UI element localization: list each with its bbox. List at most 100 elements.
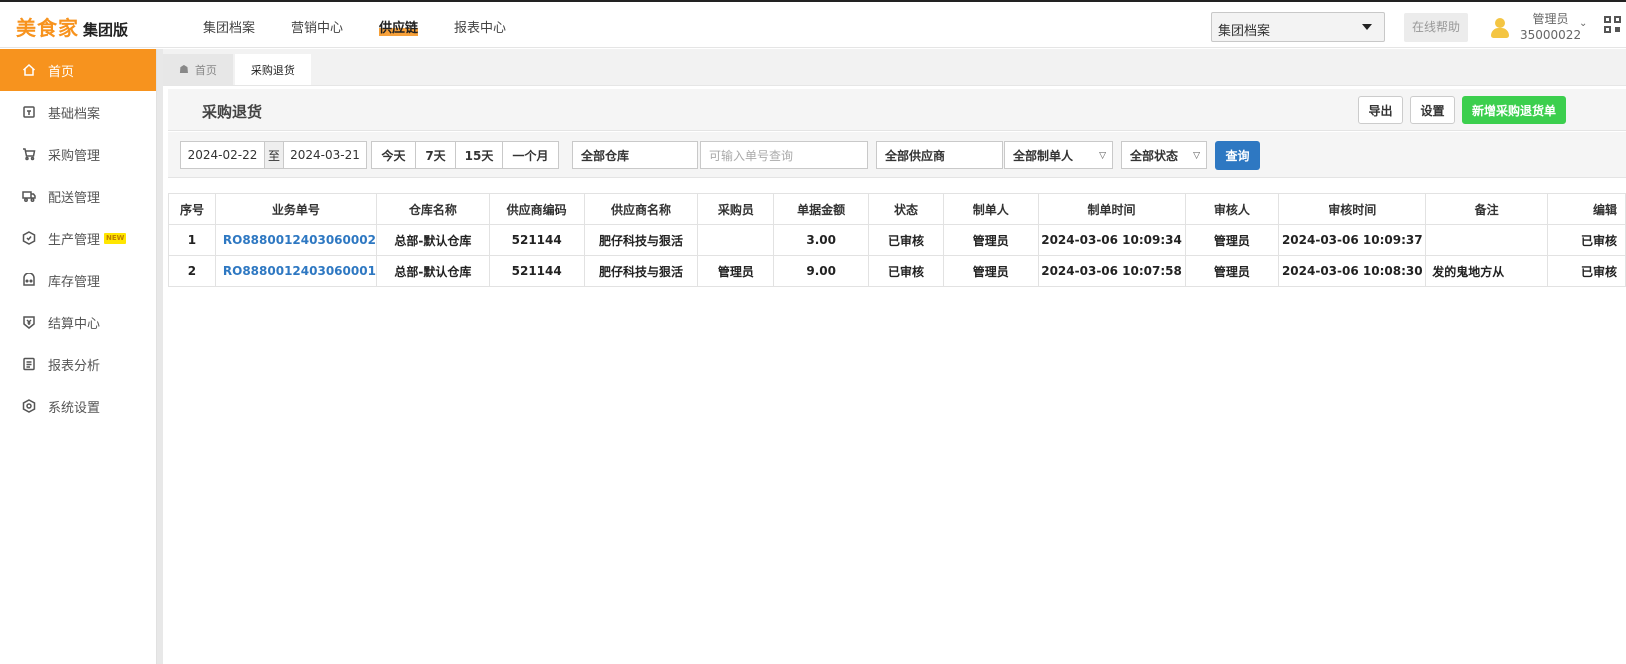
quick-range-group: 今天 7天 15天 一个月 [371, 141, 559, 169]
sidebar-item-label: 报表分析 [48, 358, 101, 374]
order-number-link[interactable]: RO8880012403060001 [214, 255, 377, 287]
sidebar-item-settings[interactable]: 系统设置 [0, 385, 156, 427]
quick-range-7days[interactable]: 7天 [416, 142, 456, 168]
cell-remark [1425, 224, 1549, 256]
cell-creator: 管理员 [942, 224, 1039, 256]
cell-creator: 管理员 [942, 255, 1039, 287]
cell-audit-time: 2024-03-06 10:08:30 [1278, 255, 1427, 287]
column-header: 单据金额 [773, 193, 870, 225]
settlement-icon [22, 315, 36, 329]
order-number-link[interactable]: RO8880012403060002 [214, 224, 377, 256]
sidebar-item-label: 生产管理 [48, 232, 101, 248]
cell-supplier-name: 肥仔科技与狠活 [583, 224, 699, 256]
settings-button[interactable]: 设置 [1410, 96, 1455, 124]
online-help-button[interactable]: 在线帮助 [1404, 13, 1468, 42]
table-row[interactable]: 1 RO8880012403060002 总部-默认仓库 521144 肥仔科技… [168, 224, 1626, 256]
cell-supplier-name: 肥仔科技与狠活 [583, 255, 699, 287]
caret-down-icon [1362, 24, 1372, 30]
sidebar-item-home[interactable]: 首页 [0, 49, 156, 91]
top-nav: 集团档案 营销中心 供应链 报表中心 [203, 17, 542, 36]
top-nav-marketing[interactable]: 营销中心 [291, 17, 343, 36]
column-header: 序号 [168, 193, 216, 225]
tab-purchase-return[interactable]: 采购退货 [234, 54, 311, 85]
table-row[interactable]: 2 RO8880012403060001 总部-默认仓库 521144 肥仔科技… [168, 255, 1626, 287]
sidebar-item-settlement[interactable]: 结算中心 [0, 301, 156, 343]
user-avatar-icon[interactable] [1490, 16, 1510, 38]
column-header: 业务单号 [214, 193, 377, 225]
main-content: ☗ 首页 采购退货 采购退货 导出 设置 新增采购退货单 2024-02-22 … [163, 49, 1626, 664]
inventory-icon [22, 273, 36, 287]
app-logo[interactable]: 美食家 集团版 [16, 12, 128, 41]
column-header: 审核人 [1184, 193, 1280, 225]
cell-amount: 9.00 [773, 255, 870, 287]
sidebar-item-inventory[interactable]: 库存管理 [0, 259, 156, 301]
sidebar-item-report[interactable]: 报表分析 [0, 343, 156, 385]
cell-supplier-code: 521144 [488, 224, 585, 256]
chevron-down-icon: ▽ [1099, 151, 1106, 161]
column-header: 编辑 [1547, 193, 1626, 225]
cell-auditor: 管理员 [1184, 255, 1280, 287]
sidebar-item-production[interactable]: 生产管理 NEW [0, 217, 156, 259]
column-header: 仓库名称 [375, 193, 490, 225]
column-header: 制单人 [942, 193, 1039, 225]
supplier-select[interactable]: 全部供应商 [876, 141, 1003, 169]
table-header-row: 序号 业务单号 仓库名称 供应商编码 供应商名称 采购员 单据金额 状态 制单人… [168, 193, 1626, 225]
date-end-field[interactable]: 2024-03-21 [284, 142, 366, 168]
quick-range-today[interactable]: 今天 [372, 142, 416, 168]
column-header: 审核时间 [1278, 193, 1427, 225]
top-nav-group-archive[interactable]: 集团档案 [203, 17, 255, 36]
status-select[interactable]: 全部状态 ▽ [1121, 141, 1207, 169]
cell-status: 已审核 [868, 255, 944, 287]
quick-range-month[interactable]: 一个月 [503, 142, 558, 168]
sidebar-item-label: 首页 [48, 64, 75, 80]
cell-create-time: 2024-03-06 10:07:58 [1037, 255, 1186, 287]
qr-code-icon[interactable] [1604, 16, 1622, 34]
sidebar-item-label: 系统设置 [48, 400, 101, 416]
status-select-value: 全部状态 [1130, 148, 1179, 163]
sidebar-item-purchase[interactable]: 采购管理 [0, 133, 156, 175]
sidebar-item-label: 基础档案 [48, 106, 101, 122]
logo-edition-text: 集团版 [83, 21, 129, 39]
cell-amount: 3.00 [773, 224, 870, 256]
home-icon [22, 63, 36, 77]
sidebar-item-label: 结算中心 [48, 316, 101, 332]
sidebar-item-label: 库存管理 [48, 274, 101, 290]
sidebar-item-label: 采购管理 [48, 148, 101, 164]
cell-edit-status[interactable]: 已审核 [1547, 255, 1626, 287]
filter-bar: 2024-02-22 至 2024-03-21 今天 7天 15天 一个月 全部… [168, 132, 1626, 178]
column-header: 采购员 [697, 193, 775, 225]
creator-select[interactable]: 全部制单人 ▽ [1004, 141, 1113, 169]
date-range-separator: 至 [264, 142, 285, 168]
page-header: 采购退货 导出 设置 新增采购退货单 [168, 89, 1626, 131]
cell-auditor: 管理员 [1184, 224, 1280, 256]
top-nav-supply-chain[interactable]: 供应链 [379, 17, 419, 36]
query-button[interactable]: 查询 [1215, 141, 1260, 170]
column-header: 备注 [1425, 193, 1549, 225]
export-button[interactable]: 导出 [1358, 96, 1403, 124]
top-bar: 美食家 集团版 集团档案 营销中心 供应链 报表中心 集团档案 在线帮助 管理员… [0, 0, 1626, 48]
user-menu[interactable]: 管理员 35000022 [1520, 11, 1581, 43]
group-select[interactable]: 集团档案 [1211, 12, 1385, 42]
tab-bar: ☗ 首页 采购退货 [163, 49, 1626, 86]
sidebar-item-delivery[interactable]: 配送管理 [0, 175, 156, 217]
home-icon: ☗ [179, 63, 189, 76]
logo-main-text: 美食家 [16, 16, 79, 40]
cell-status: 已审核 [868, 224, 944, 256]
user-id: 35000022 [1520, 28, 1582, 42]
date-range-picker[interactable]: 2024-02-22 至 2024-03-21 [180, 141, 368, 169]
date-start-field[interactable]: 2024-02-22 [181, 142, 264, 168]
sidebar-item-basic-archive[interactable]: 基础档案 [0, 91, 156, 133]
add-purchase-return-button[interactable]: 新增采购退货单 [1462, 96, 1566, 124]
column-header: 制单时间 [1037, 193, 1186, 225]
settings-icon [22, 399, 36, 413]
tab-home[interactable]: ☗ 首页 [163, 54, 233, 85]
chevron-down-icon[interactable]: ⌄ [1579, 18, 1587, 29]
page-title: 采购退货 [202, 103, 263, 121]
quick-range-15days[interactable]: 15天 [456, 142, 503, 168]
warehouse-select[interactable]: 全部仓库 [572, 141, 698, 169]
cell-edit-status[interactable]: 已审核 [1547, 224, 1626, 256]
user-role: 管理员 [1532, 12, 1569, 26]
top-nav-reports[interactable]: 报表中心 [454, 17, 506, 36]
order-number-search-input[interactable]: 可输入单号查询 [700, 141, 868, 169]
cell-index: 2 [168, 255, 216, 287]
